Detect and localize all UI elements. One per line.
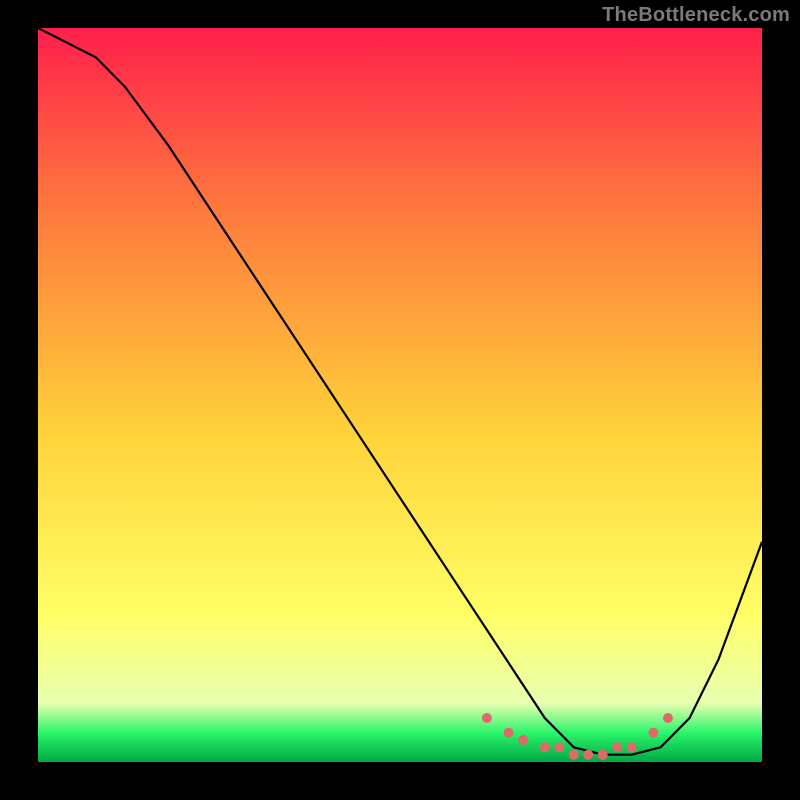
highlight-dot	[612, 742, 622, 752]
highlight-dot	[663, 713, 673, 723]
highlight-dot	[598, 750, 608, 760]
plot-area	[38, 28, 762, 762]
chart-frame: TheBottleneck.com	[0, 0, 800, 800]
highlight-dot	[482, 713, 492, 723]
highlight-dot	[540, 742, 550, 752]
highlight-dot	[569, 750, 579, 760]
gradient-background	[38, 28, 762, 762]
highlight-dot	[627, 742, 637, 752]
highlight-dot	[504, 728, 514, 738]
watermark-text: TheBottleneck.com	[602, 4, 790, 27]
chart-svg	[38, 28, 762, 762]
highlight-dot	[583, 750, 593, 760]
highlight-dot	[554, 742, 564, 752]
highlight-dot	[648, 728, 658, 738]
highlight-dot	[518, 735, 528, 745]
